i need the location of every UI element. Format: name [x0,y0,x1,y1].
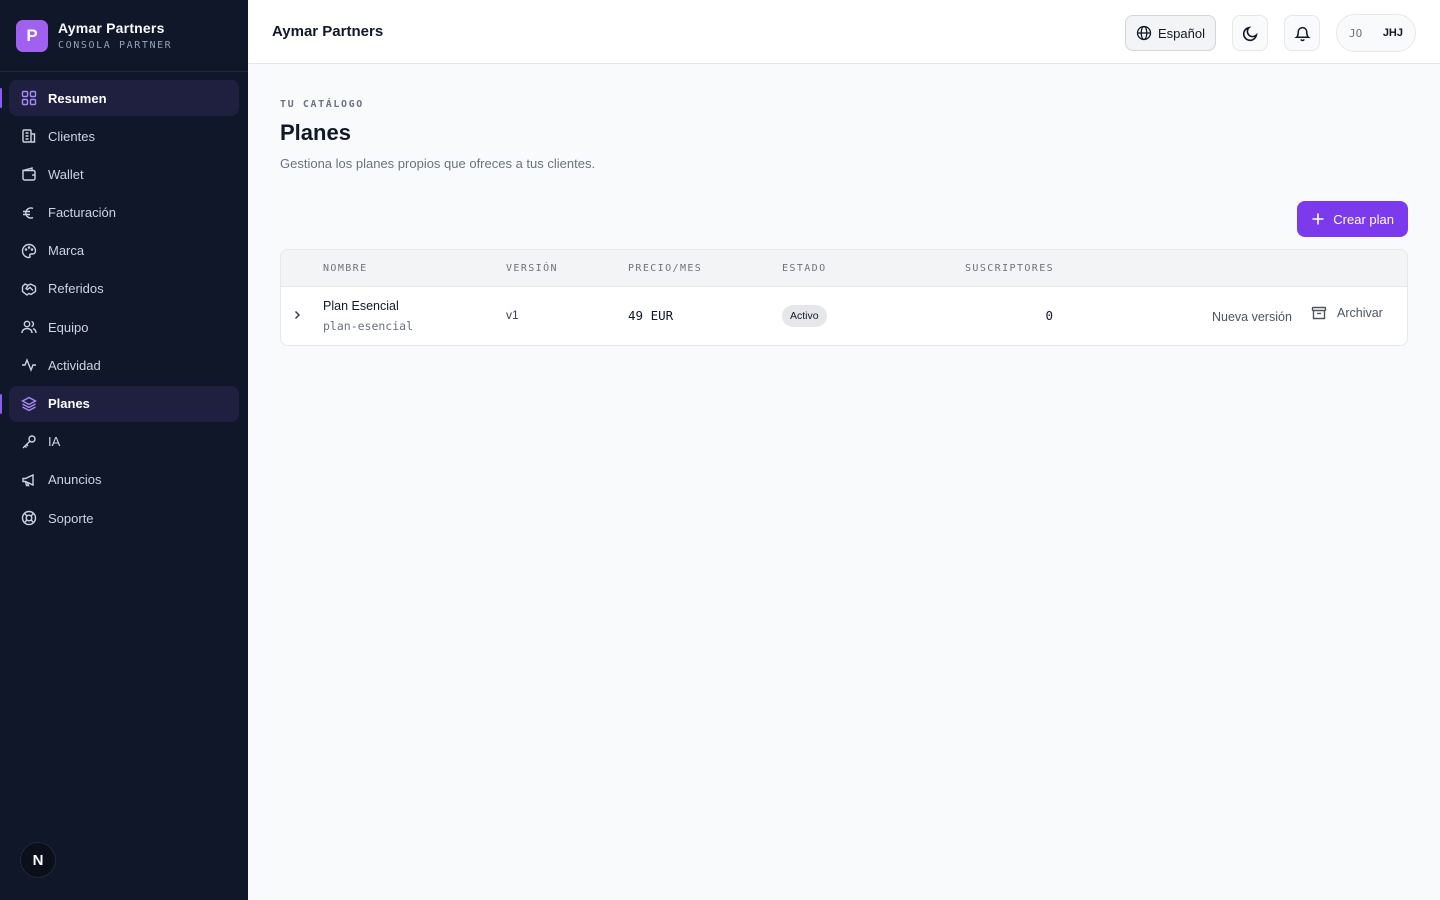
sidebar-item-wallet[interactable]: Wallet [9,156,239,192]
plan-version: v1 [506,308,519,322]
brand-text: Aymar Partners CONSOLA PARTNER [58,20,172,51]
create-plan-button[interactable]: Crear plan [1297,201,1408,237]
wallet-icon [20,165,38,183]
moon-icon [1242,25,1259,42]
plan-name: Plan Esencial [323,299,399,313]
plus-icon [1311,212,1325,226]
users-icon [20,318,38,336]
sidebar-item-clientes[interactable]: Clientes [9,118,239,154]
column-header-name[interactable]: NOMBRE [323,263,368,274]
bell-icon [1293,25,1311,42]
topbar: Aymar Partners Español JO JHJ [248,0,1440,64]
archive-icon [1311,305,1327,321]
handshake-icon [20,280,38,298]
page-title: Planes [280,120,351,145]
activity-icon [20,356,38,374]
sidebar-item-soporte[interactable]: Soporte [9,500,239,536]
lifebuoy-icon [20,509,38,527]
language-selector[interactable]: Español [1125,15,1216,51]
table-row[interactable]: Plan Esencial plan-esencial v1 49 EUR Ac… [281,287,1407,345]
sidebar-item-label: Wallet [48,166,84,182]
sidebar-item-marca[interactable]: Marca [9,233,239,269]
expand-row-button[interactable] [287,305,307,325]
sidebar-item-label: Equipo [48,319,89,335]
sidebar-item-label: Resumen [48,90,107,106]
megaphone-icon [20,471,38,489]
sidebar-item-equipo[interactable]: Equipo [9,309,239,345]
sidebar-item-label: Actividad [48,357,101,373]
user-menu[interactable]: JO JHJ [1336,14,1416,52]
page-description: Gestiona los planes propios que ofreces … [280,156,596,171]
brand-logo: P [16,19,48,52]
sidebar-item-label: Referidos [48,281,104,297]
plan-slug: plan-esencial [323,319,414,333]
page-eyebrow: TU CATÁLOGO [280,99,364,110]
sidebar-item-label: IA [48,434,61,450]
plan-subscribers: 0 [1045,308,1053,323]
topbar-title: Aymar Partners [272,23,384,40]
status-badge: Activo [782,305,827,327]
building-icon [20,127,38,145]
plans-table: NOMBRE VERSIÓN PRECIO/MES ESTADO SUSCRIP… [280,249,1408,346]
archive-button[interactable]: Archivar [1311,305,1383,321]
sidebar-item-ia[interactable]: IA [9,424,239,460]
new-version-button[interactable]: Nueva versión [1212,310,1292,324]
sidebar-item-label: Facturación [48,205,116,221]
sidebar-item-facturacion[interactable]: Facturación [9,195,239,231]
sidebar-item-referidos[interactable]: Referidos [9,271,239,307]
sidebar-item-label: Marca [48,243,85,259]
column-header-version[interactable]: VERSIÓN [506,263,558,274]
sidebar-item-label: Clientes [48,128,95,144]
topbar-actions: Español JO JHJ [1125,14,1416,52]
column-header-subscribers[interactable]: SUSCRIPTORES [965,263,1054,274]
key-icon [20,433,38,451]
create-plan-label: Crear plan [1333,211,1394,227]
euro-icon [20,204,38,222]
sidebar-item-label: Anuncios [48,472,102,488]
sidebar-item-label: Soporte [48,510,94,526]
grid-icon [20,89,38,107]
main-content: TU CATÁLOGO Planes Gestiona los planes p… [280,64,1408,346]
brand-name: Aymar Partners [58,20,165,36]
theme-toggle-button[interactable] [1232,15,1268,51]
bottom-avatar-badge[interactable]: N [20,842,56,878]
sidebar-item-anuncios[interactable]: Anuncios [9,462,239,498]
table-header: NOMBRE VERSIÓN PRECIO/MES ESTADO SUSCRIP… [281,250,1407,287]
sidebar-item-resumen[interactable]: Resumen [0,80,239,116]
column-header-status[interactable]: ESTADO [782,263,827,274]
plan-price: 49 EUR [628,308,674,323]
user-initials: JO [1349,26,1363,40]
sidebar-nav: Resumen Clientes Wallet Facturación Marc… [0,72,248,536]
language-label: Español [1158,25,1205,41]
column-header-price[interactable]: PRECIO/MES [628,263,702,274]
brand-subtitle: CONSOLA PARTNER [58,40,173,51]
sidebar-item-planes[interactable]: Planes [0,385,239,422]
user-name: JHJ [1382,27,1403,39]
layers-icon [20,395,38,413]
chevron-right-icon [291,309,303,321]
brand-header[interactable]: P Aymar Partners CONSOLA PARTNER [0,0,248,72]
globe-icon [1136,25,1152,41]
sidebar: P Aymar Partners CONSOLA PARTNER Resumen… [0,0,248,900]
sidebar-item-label: Planes [48,396,90,411]
sidebar-item-actividad[interactable]: Actividad [9,347,239,383]
palette-icon [20,242,38,260]
archive-label: Archivar [1337,306,1383,320]
notifications-button[interactable] [1284,15,1320,51]
